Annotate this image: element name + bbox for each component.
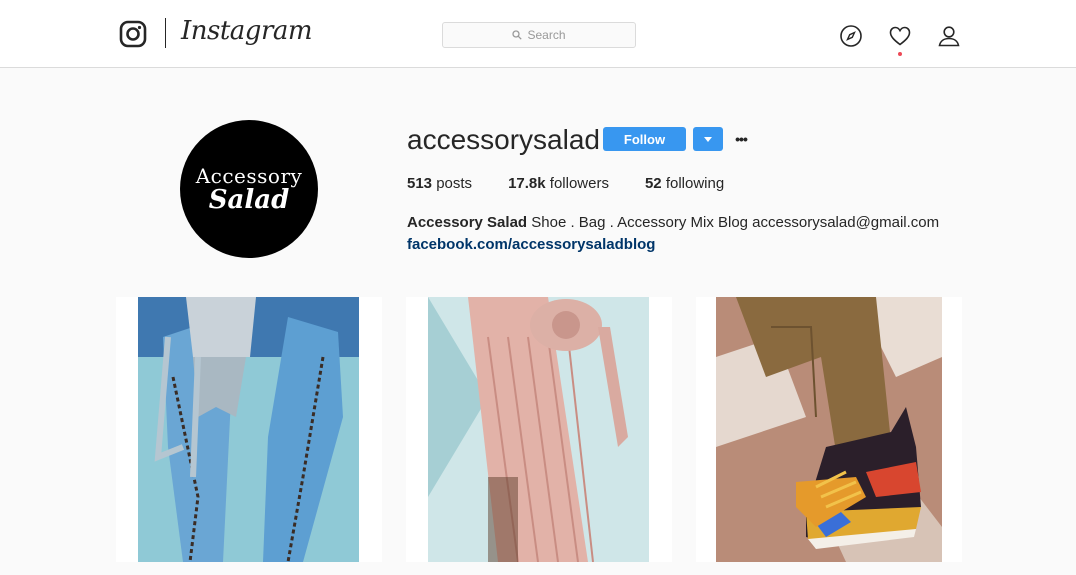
profile-stats: 513 posts 17.8k followers 52 following <box>407 175 760 192</box>
instagram-wordmark[interactable]: Instagram <box>181 16 313 46</box>
profile-username: accessorysalad <box>407 124 600 155</box>
posts-label: posts <box>436 175 473 192</box>
following-count: 52 <box>644 175 662 192</box>
logo-divider <box>165 18 166 48</box>
instagram-glyph-icon[interactable] <box>119 20 147 48</box>
posts-count: 513 <box>407 175 433 192</box>
search-placeholder: Search <box>527 28 566 42</box>
followers-label: followers <box>549 175 609 192</box>
bio-text: Shoe . Bag . Accessory Mix Blog accessor… <box>531 214 940 231</box>
profile-avatar[interactable]: Accessory Salad <box>180 120 318 258</box>
followers-count: 17.8k <box>508 175 546 192</box>
triangle-down-icon <box>704 136 712 142</box>
more-options-button[interactable]: ••• <box>733 127 749 151</box>
avatar-logo-text-2: Salad <box>208 185 290 215</box>
search-input[interactable]: Search <box>442 22 636 48</box>
notification-dot <box>898 52 902 56</box>
profile-bio: Accessory Salad Shoe . Bag . Accessory M… <box>407 212 939 256</box>
following-label: following <box>665 175 725 192</box>
compass-icon[interactable] <box>839 24 863 48</box>
following-stat[interactable]: 52 following <box>645 175 724 192</box>
post-thumbnail-2[interactable] <box>406 297 672 562</box>
post-1-image <box>138 297 359 562</box>
post-3-image <box>716 297 942 562</box>
bio-external-link[interactable]: facebook.com/accessorysaladblog <box>407 234 939 256</box>
post-thumbnail-1[interactable] <box>116 297 382 562</box>
search-icon <box>512 30 523 40</box>
user-icon[interactable] <box>937 24 961 48</box>
heart-icon[interactable] <box>888 24 912 48</box>
post-2-image <box>428 297 649 562</box>
follow-button[interactable]: Follow <box>603 127 686 151</box>
suggestions-dropdown-button[interactable] <box>693 127 723 151</box>
posts-stat: 513 posts <box>407 175 472 192</box>
bio-full-name: Accessory Salad <box>407 214 528 231</box>
top-navigation-bar: Instagram Search <box>0 0 1076 68</box>
followers-stat[interactable]: 17.8k followers <box>508 175 609 192</box>
post-thumbnail-3[interactable] <box>696 297 962 562</box>
avatar-logo-text: Accessory <box>195 164 303 188</box>
